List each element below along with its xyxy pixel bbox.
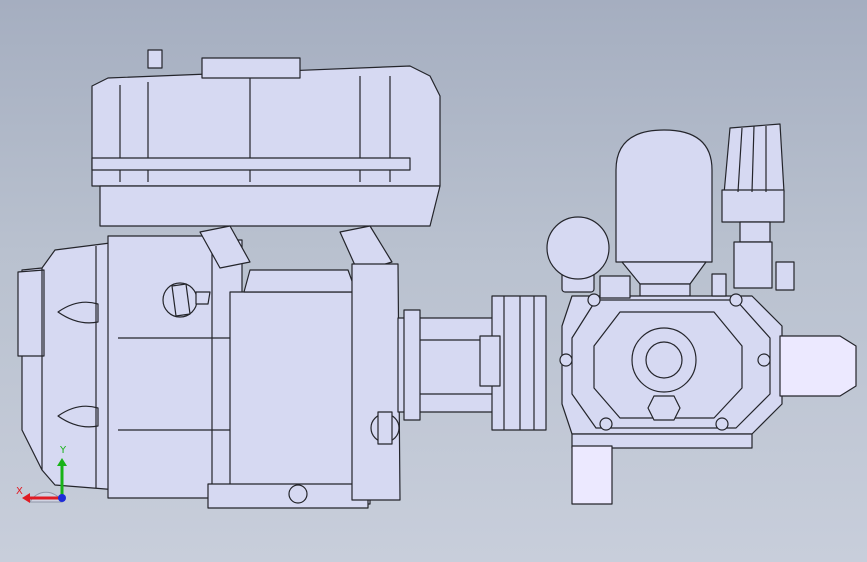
inlet-pipe[interactable]	[571, 445, 613, 505]
y-axis-label: Y	[59, 445, 67, 456]
pump-head[interactable]	[559, 273, 783, 449]
z-axis-dot	[58, 494, 66, 502]
engine-pump-model[interactable]	[0, 0, 867, 562]
engine-block[interactable]	[99, 185, 441, 509]
x-axis-arrowhead	[22, 493, 30, 503]
axis-triad: X Y	[16, 445, 67, 503]
fuel-tank[interactable]	[91, 49, 441, 187]
y-axis-arrowhead	[57, 458, 67, 466]
cad-viewport[interactable]: X Y	[0, 0, 867, 562]
x-axis-label: X	[16, 486, 23, 497]
accumulator-dome[interactable]	[615, 129, 713, 297]
pressure-regulator[interactable]	[721, 123, 795, 291]
outlet-nozzle[interactable]	[779, 335, 857, 397]
